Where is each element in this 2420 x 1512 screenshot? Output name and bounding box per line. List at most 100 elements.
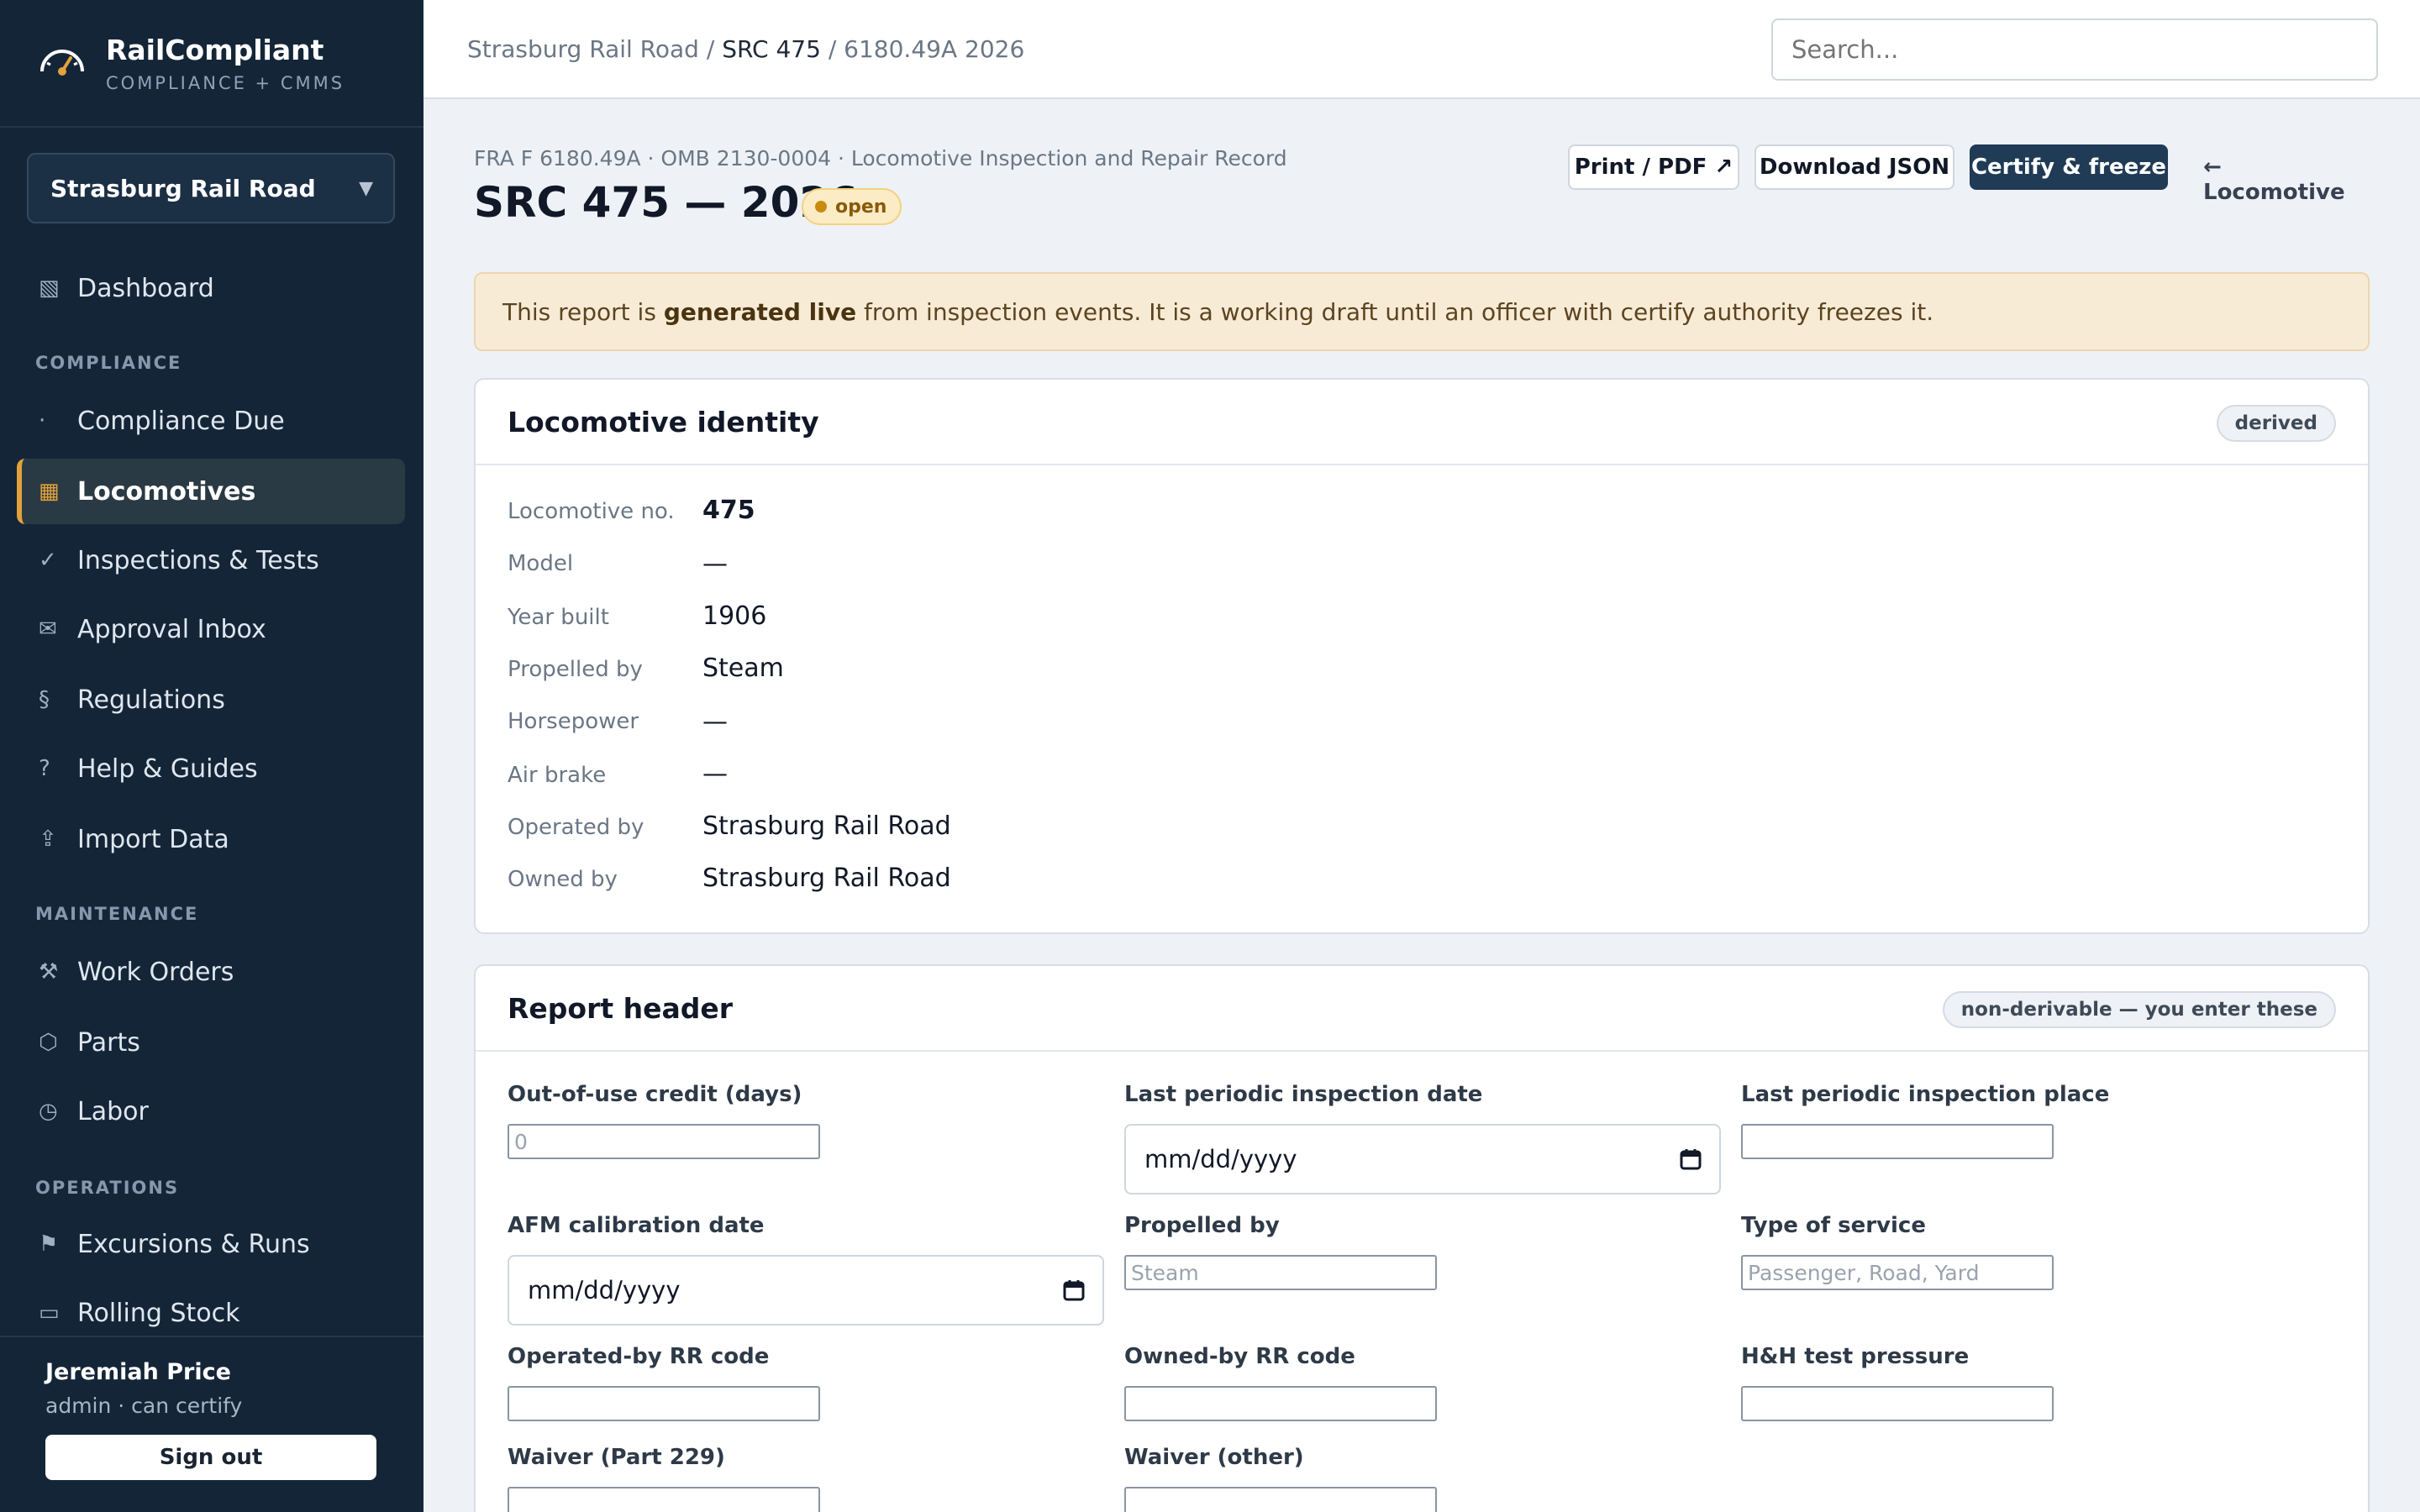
operated-rr-input[interactable] [508,1386,820,1421]
sidebar-item-inspections[interactable]: ✓ Inspections & Tests [17,528,405,593]
last-periodic-place-label: Last periodic inspection place [1741,1082,2110,1107]
brand-subtitle: COMPLIANCE + CMMS [106,72,345,93]
hh-pressure-input[interactable] [1741,1386,2054,1421]
sidebar-item-excursions[interactable]: ⚑ Excursions & Runs [17,1211,405,1277]
sidebar-item-label: Work Orders [77,957,234,987]
type-of-service-input[interactable]: Passenger, Road, Yard [1741,1255,2054,1290]
sidebar-item-compliance-due[interactable]: · Compliance Due [17,388,405,454]
brand-name: RailCompliant [106,33,324,66]
last-periodic-date-input[interactable]: mm/dd/yyyy [1124,1124,1721,1194]
breadcrumb-org[interactable]: Strasburg Rail Road [467,35,699,63]
upload-icon: ⇪ [39,827,57,852]
download-json-button[interactable]: Download JSON [1754,144,1954,190]
model-value: — [702,549,728,579]
propelled-by-label: Propelled by [1124,1213,1280,1238]
sidebar: RailCompliant COMPLIANCE + CMMS Strasbur… [0,0,424,1512]
user-role: admin · can certify [45,1394,243,1418]
horsepower-value: — [702,707,728,737]
field-label: Operated by [508,815,644,840]
sidebar-item-help[interactable]: ? Help & Guides [17,736,405,801]
breadcrumb-separator: / [698,35,723,63]
date-value: mm/dd/yyyy [1144,1145,1297,1173]
section-icon: § [39,687,50,712]
grid-icon: ▦ [39,479,60,504]
status-badge-label: open [835,196,887,218]
question-icon: ? [39,756,50,781]
back-to-locomotive-link[interactable]: ← Locomotive [2203,155,2370,205]
brand[interactable]: RailCompliant COMPLIANCE + CMMS [0,0,424,128]
waiver-other-input[interactable] [1124,1487,1437,1512]
sidebar-item-import-data[interactable]: ⇪ Import Data [17,806,405,872]
sidebar-item-label: Rolling Stock [77,1298,240,1328]
out-of-use-label: Out-of-use credit (days) [508,1082,802,1107]
search-input[interactable] [1771,18,2378,81]
date-value: mm/dd/yyyy [528,1276,681,1305]
sign-out-button[interactable]: Sign out [45,1435,376,1480]
form-reference: FRA F 6180.49A · OMB 2130-0004 · Locomot… [474,146,1287,171]
sidebar-item-label: Excursions & Runs [77,1229,310,1259]
calendar-icon[interactable] [1062,1278,1086,1302]
owned-rr-input[interactable] [1124,1386,1437,1421]
card-header: Report header non-derivable — you enter … [476,966,2368,1052]
propelled-by-value: Steam [702,654,784,683]
breadcrumb: Strasburg Rail Road / SRC 475 / 6180.49A… [467,35,1024,63]
org-selector-value: Strasburg Rail Road [50,174,316,202]
sidebar-item-label: Labor [77,1096,149,1126]
sidebar-item-label: Inspections & Tests [77,545,319,575]
non-derivable-tag: non-derivable — you enter these [1942,991,2336,1028]
nav-section-maintenance: MAINTENANCE [35,904,199,924]
owned-rr-label: Owned-by RR code [1124,1344,1355,1369]
field-label: Air brake [508,763,607,788]
dashboard-icon: ▧ [39,276,60,301]
nav-section-compliance: COMPLIANCE [35,353,182,373]
print-pdf-button[interactable]: Print / PDF ↗ [1568,144,1739,190]
sidebar-item-dashboard[interactable]: ▧ Dashboard [17,255,405,321]
flag-icon: ⚑ [39,1231,59,1257]
waiver-229-input[interactable] [508,1487,820,1512]
clock-icon: ◷ [39,1099,58,1124]
sidebar-item-label: Dashboard [77,273,214,303]
air-brake-value: — [702,759,728,789]
status-dot-icon [815,201,827,213]
status-badge: open [802,188,902,225]
field-label: Year built [508,605,609,630]
org-selector[interactable]: Strasburg Rail Road ▼ [27,153,395,223]
sidebar-item-labor[interactable]: ◷ Labor [17,1079,405,1144]
field-label: Locomotive no. [508,499,675,524]
breadcrumb-report: 6180.49A 2026 [844,35,1025,63]
card-header: Locomotive identity derived [476,380,2368,465]
sidebar-item-locomotives[interactable]: ▦ Locomotives [17,459,405,524]
page-title: SRC 475 — 2026 [474,178,858,227]
breadcrumb-locomotive[interactable]: SRC 475 [722,35,821,63]
propelled-by-input[interactable]: Steam [1124,1255,1437,1290]
banner-text: This report is [502,297,664,326]
sidebar-item-label: Approval Inbox [77,614,266,644]
sidebar-item-approval-inbox[interactable]: ✉ Approval Inbox [17,596,405,662]
sidebar-item-parts[interactable]: ⬡ Parts [17,1010,405,1075]
certify-freeze-button[interactable]: Certify & freeze [1970,144,2168,190]
card-title: Report header [508,991,734,1025]
sidebar-item-label: Compliance Due [77,406,285,436]
waiver-229-label: Waiver (Part 229) [508,1445,725,1470]
sidebar-item-regulations[interactable]: § Regulations [17,667,405,732]
user-panel: Jeremiah Price admin · can certify Sign … [0,1336,424,1512]
out-of-use-input[interactable]: 0 [508,1124,820,1159]
nav-section-operations: OPERATIONS [35,1178,180,1198]
card-title: Locomotive identity [508,405,819,438]
field-label: Horsepower [508,709,639,734]
envelope-icon: ✉ [39,617,57,642]
owned-by-value: Strasburg Rail Road [702,864,951,893]
afm-date-input[interactable]: mm/dd/yyyy [508,1255,1104,1326]
sidebar-item-work-orders[interactable]: ⚒ Work Orders [17,939,405,1005]
last-periodic-place-input[interactable] [1741,1124,2054,1159]
railcar-icon: ▭ [39,1300,60,1326]
operated-rr-label: Operated-by RR code [508,1344,770,1369]
calendar-icon[interactable] [1679,1147,1702,1171]
sidebar-item-label: Parts [77,1027,140,1058]
locomotive-identity-card: Locomotive identity derived Locomotive n… [474,378,2370,934]
sidebar-item-label: Locomotives [77,476,256,507]
derived-tag: derived [2216,405,2336,442]
hexagon-icon: ⬡ [39,1030,58,1055]
sidebar-item-label: Import Data [77,824,229,854]
type-of-service-label: Type of service [1741,1213,1926,1238]
